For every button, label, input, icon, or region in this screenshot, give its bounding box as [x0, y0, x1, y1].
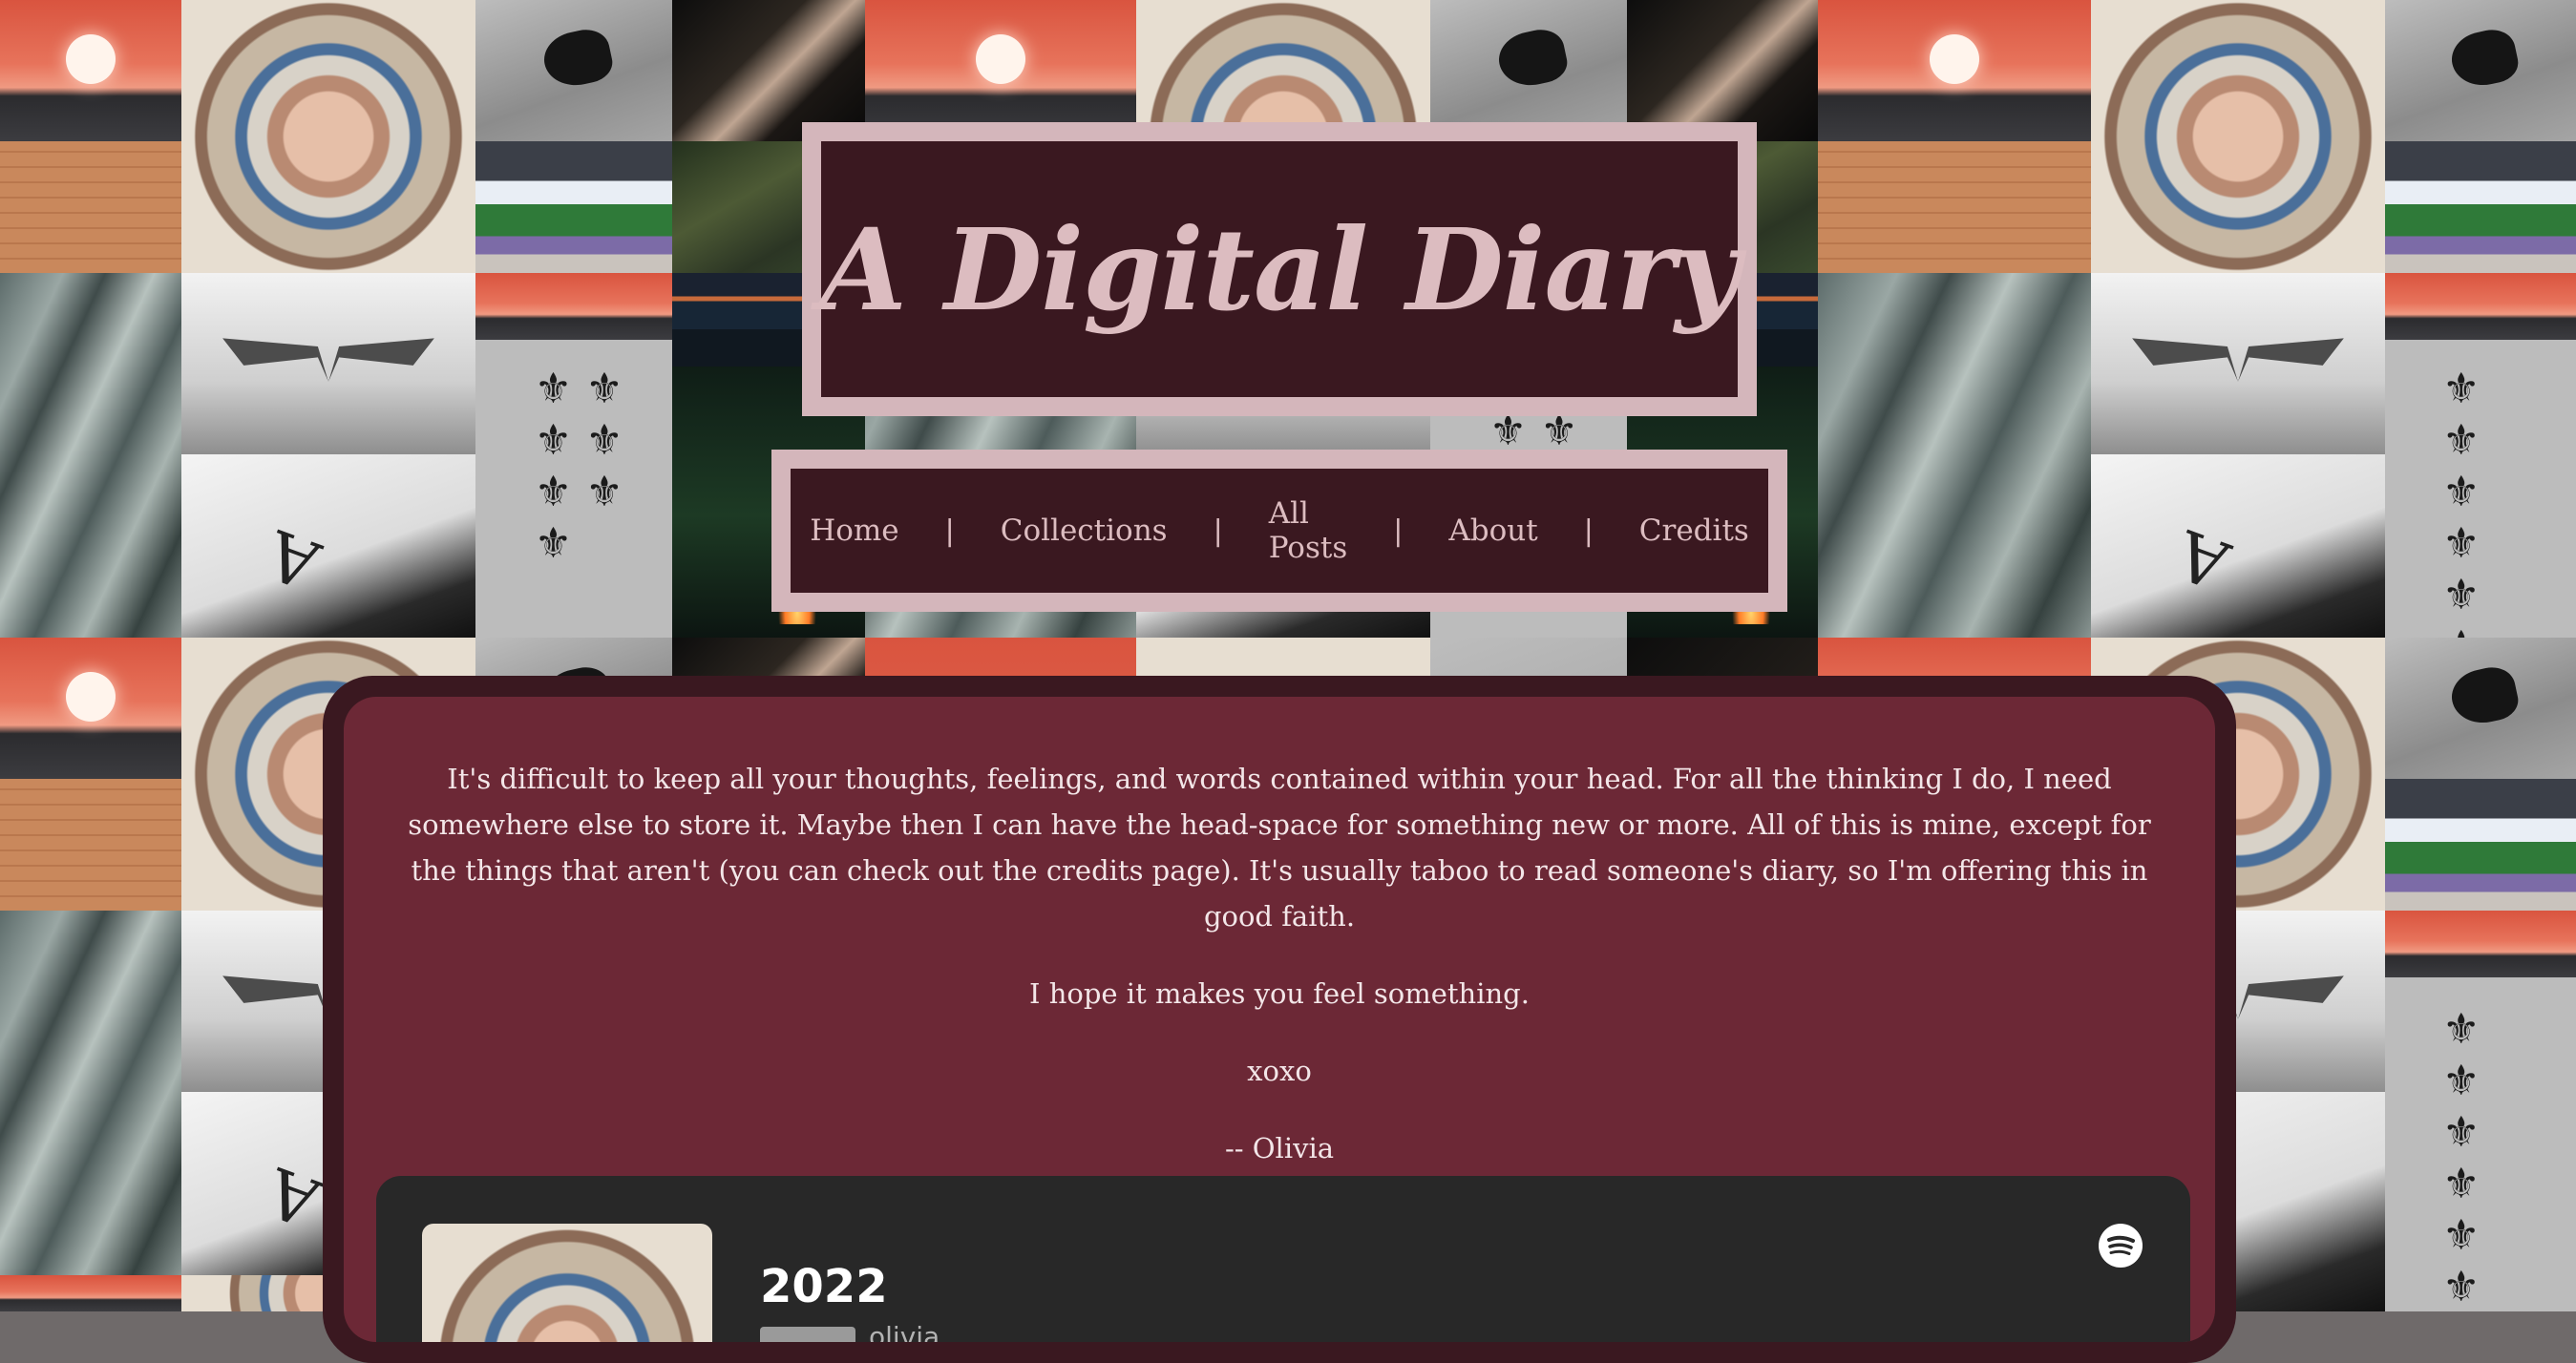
marble-photo: [0, 273, 181, 638]
window-box-photo: [2385, 141, 2576, 273]
content-panel: It's difficult to keep all your thoughts…: [323, 676, 2236, 1363]
nav-link-all-posts[interactable]: All Posts: [1223, 496, 1394, 565]
sunset-photo: [865, 0, 1136, 141]
window-box-photo: [475, 141, 672, 273]
site-title: A Digital Diary: [819, 202, 1740, 336]
fleur-de-lis-photo: [2385, 340, 2576, 638]
sunset-photo: [0, 638, 181, 779]
letter-photo: [0, 141, 181, 273]
crow-photo: [475, 0, 672, 141]
crow-photo: [1430, 0, 1627, 141]
intro-paragraph: It's difficult to keep all your thoughts…: [408, 763, 2151, 933]
sunset-photo: [1818, 0, 2091, 141]
nav-separator: |: [944, 514, 955, 548]
nav-link-collections[interactable]: Collections: [955, 514, 1214, 548]
hands-book-photo: [1627, 0, 1818, 141]
nav-separator: |: [1583, 514, 1594, 548]
marble-photo: [0, 911, 181, 1275]
album-title[interactable]: 2022: [760, 1260, 888, 1313]
nav-separator: |: [1213, 514, 1223, 548]
playing-card-photo: [2091, 454, 2385, 638]
site-title-box: A Digital Diary: [819, 141, 1741, 397]
spotify-icon[interactable]: [2099, 1224, 2143, 1268]
signature-text: -- Olivia: [1224, 1132, 1335, 1164]
fleur-de-lis-photo: [475, 340, 672, 638]
sunset-photo: [475, 273, 672, 340]
sunset-photo: [2385, 911, 2576, 977]
spotify-embed[interactable]: 2022 olivia: [376, 1176, 2190, 1342]
nav-link-credits[interactable]: Credits: [1594, 514, 1795, 548]
main-navigation: Home | Collections | All Posts | About |…: [771, 450, 1787, 612]
playing-card-photo: [181, 454, 475, 638]
medusa-mosaic-photo: [181, 0, 475, 273]
hands-book-photo: [672, 0, 865, 141]
letter-photo: [0, 779, 181, 911]
signoff-text: xoxo: [1247, 1055, 1312, 1087]
moth-photo: [2091, 273, 2385, 454]
crow-photo: [2385, 0, 2576, 141]
nav-link-home[interactable]: Home: [764, 514, 944, 548]
medusa-mosaic-photo: [2091, 0, 2385, 273]
album-cover[interactable]: [422, 1224, 712, 1342]
sunset-photo: [0, 0, 181, 141]
moth-photo: [181, 273, 475, 454]
nav-bar: Home | Collections | All Posts | About |…: [791, 469, 1768, 593]
preview-badge: [760, 1326, 855, 1342]
crow-photo: [2385, 638, 2576, 779]
album-artist[interactable]: olivia: [869, 1321, 940, 1342]
sunset-photo: [0, 1275, 181, 1311]
letter-photo: [1818, 141, 2091, 273]
intro-line: I hope it makes you feel something.: [1029, 977, 1530, 1010]
sunset-photo: [2385, 273, 2576, 340]
album-subtitle-row: olivia: [760, 1321, 940, 1342]
fleur-de-lis-photo: [2385, 977, 2576, 1311]
window-box-photo: [2385, 779, 2576, 911]
nav-link-about[interactable]: About: [1403, 514, 1583, 548]
nav-separator: |: [1393, 514, 1404, 548]
content-panel-inner: It's difficult to keep all your thoughts…: [344, 697, 2215, 1342]
intro-text: It's difficult to keep all your thoughts…: [390, 756, 2169, 1171]
marble-photo: [1818, 273, 2091, 638]
site-header: A Digital Diary: [802, 122, 1757, 416]
